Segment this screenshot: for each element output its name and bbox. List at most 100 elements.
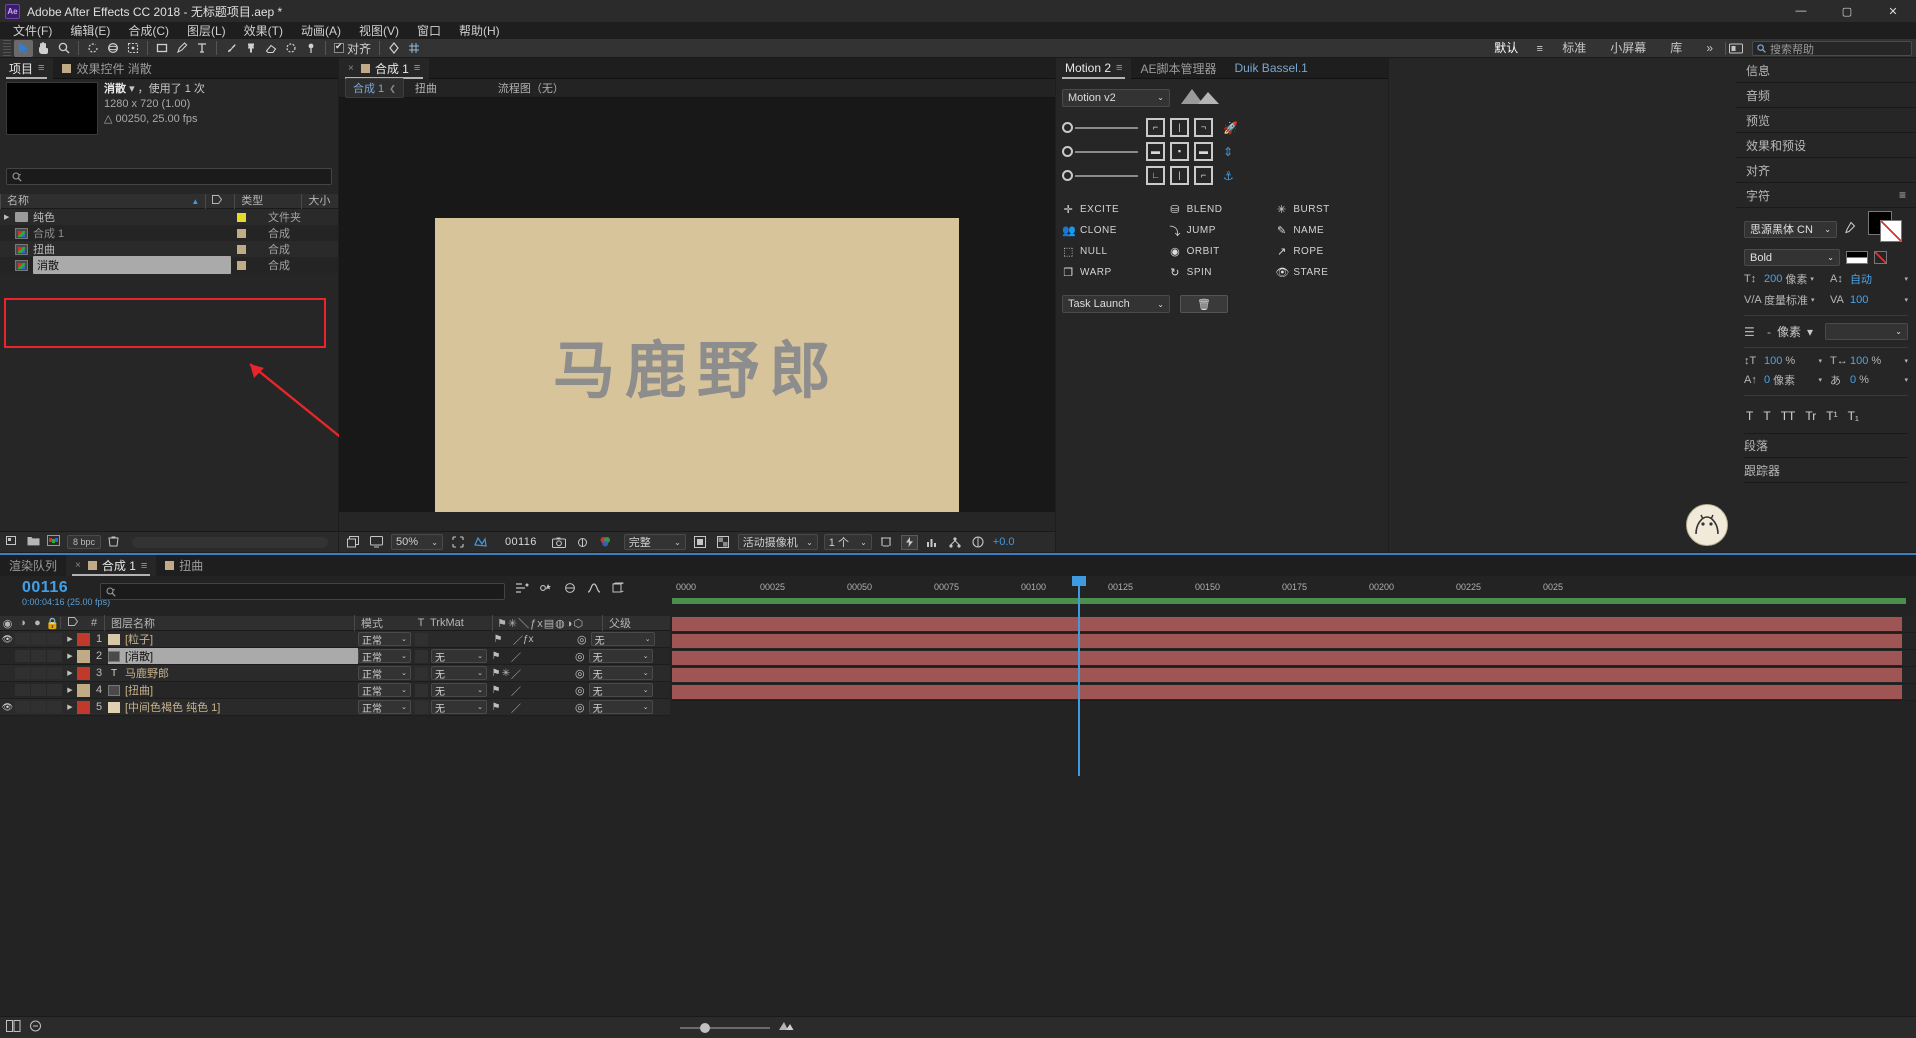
vertical-scale-field[interactable]: ↕T 100 % ▾ [1744, 355, 1822, 367]
show-snapshot-icon[interactable] [574, 535, 591, 550]
zoom-slider-handle[interactable] [700, 1023, 710, 1033]
fill-stroke-swatches[interactable] [1862, 214, 1908, 244]
track-row[interactable] [672, 616, 1916, 633]
preserve-transparency-toggle[interactable] [415, 650, 428, 663]
minimize-button[interactable]: — [1778, 0, 1824, 22]
table-row[interactable]: 👁 ▶ 5 [中间色褐色 纯色 1] 正常 ⌄ 无 ⌄ [0, 699, 670, 716]
pen-tool-icon[interactable] [172, 40, 191, 57]
quality-switch[interactable]: ／ [511, 649, 521, 664]
layer-name-cell[interactable]: T 马鹿野郎 [108, 665, 358, 681]
layer-label-color[interactable] [77, 633, 90, 646]
close-icon[interactable]: × [75, 560, 81, 571]
col-label-tag-icon[interactable] [205, 194, 234, 209]
preserve-transparency-toggle[interactable] [415, 701, 428, 714]
view-camera-select[interactable]: 活动摄像机 ⌄ [738, 534, 818, 550]
col-name[interactable]: 名称 [0, 194, 191, 209]
table-row[interactable]: ▶ 4 [扭曲] 正常 ⌄ 无 ⌄ ⚑ ／ [0, 682, 670, 699]
breadcrumb-child[interactable]: 扭曲 [408, 79, 444, 97]
layer-label-color[interactable] [77, 684, 90, 697]
workspace-default[interactable]: 默认 [1482, 39, 1530, 58]
faux-italic-button[interactable]: T [1763, 409, 1770, 423]
layer-parent-select[interactable]: 无 ⌄ [589, 700, 653, 714]
eyedropper-icon[interactable] [1843, 221, 1856, 237]
project-row-niuqu[interactable]: 扭曲 合成 [0, 241, 338, 257]
col-trkmat[interactable]: TrkMat [430, 617, 492, 629]
vertical-arrows-icon[interactable]: ⇕ [1223, 142, 1233, 161]
clone-stamp-tool-icon[interactable] [241, 40, 260, 57]
layer-mode-select[interactable]: 正常 ⌄ [358, 683, 411, 697]
horizontal-scale-field[interactable]: T↔ 100 % ▾ [1830, 355, 1908, 367]
layer-mode-select[interactable]: 正常 ⌄ [358, 700, 411, 714]
close-button[interactable]: ✕ [1870, 0, 1916, 22]
label-swatch[interactable] [237, 245, 246, 254]
hand-tool-icon[interactable] [34, 40, 53, 57]
preview-dropdown-icon[interactable]: ▾ [129, 83, 135, 95]
panel-menu-icon[interactable]: ≡ [1899, 188, 1906, 202]
snapping-toggle[interactable]: 对齐 [334, 40, 371, 57]
layer-parent-select[interactable]: 无 ⌄ [589, 666, 653, 680]
layer-name-cell[interactable]: [扭曲] [108, 682, 358, 698]
knob-icon[interactable] [1062, 170, 1073, 181]
layer-name-cell-selected[interactable]: [消散] [108, 648, 358, 664]
rectangle-tool-icon[interactable] [152, 40, 171, 57]
layer-name-cell[interactable]: [中间色褐色 纯色 1] [108, 699, 358, 715]
track-row[interactable] [672, 667, 1916, 684]
anchor-bottom-left-button[interactable]: ∟ [1146, 166, 1165, 185]
keyframe-assist-icon[interactable] [384, 40, 403, 57]
layer-lock-toggle[interactable] [47, 633, 62, 645]
superscript-button[interactable]: T¹ [1826, 409, 1837, 423]
shy-switch[interactable]: ⚑ [491, 668, 501, 679]
col-type[interactable]: 类型 [234, 194, 301, 209]
layer-trkmat-select[interactable]: 无 ⌄ [431, 666, 487, 680]
col-mode[interactable]: 模式 [354, 615, 412, 631]
project-row-name-selected[interactable]: 消散 [33, 256, 231, 274]
sort-ascending-icon[interactable]: ▲ [191, 197, 199, 206]
expand-triangle-icon[interactable]: ▶ [63, 669, 77, 677]
timeline-zoom-slider[interactable] [680, 1021, 770, 1034]
tab-timeline-niuqu[interactable]: 扭曲 [156, 555, 212, 576]
delete-task-button[interactable]: 🗑 [1180, 295, 1228, 313]
command-excite[interactable]: ✛EXCITE [1062, 199, 1169, 220]
subscript-button[interactable]: T₁ [1848, 409, 1859, 423]
tab-effect-controls[interactable]: 效果控件 消散 [53, 58, 160, 79]
label-swatch[interactable] [237, 261, 246, 270]
timeline-ruler[interactable]: 0000 00025 00050 00075 00100 00125 00150… [672, 576, 1916, 598]
panel-menu-icon[interactable]: ≡ [414, 62, 420, 74]
section-character[interactable]: 字符 ≡ [1736, 183, 1916, 208]
table-row[interactable]: ▶ 3 T 马鹿野郎 正常 ⌄ 无 ⌄ ⚑ ✳ ／ [0, 665, 670, 682]
workspace-menu-icon[interactable]: ≡ [1530, 40, 1549, 57]
workspace-overflow[interactable]: » [1694, 39, 1725, 58]
quality-switch[interactable]: ／ [511, 666, 521, 681]
tab-composition-1[interactable]: × 合成 1 ≡ [339, 58, 429, 79]
small-caps-button[interactable]: Tr [1805, 409, 1816, 423]
layer-solo-toggle[interactable] [31, 701, 46, 713]
knob-icon[interactable] [1062, 146, 1073, 157]
anchor-middle-right-button[interactable]: ▬ [1194, 142, 1213, 161]
menu-help[interactable]: 帮助(H) [450, 21, 509, 40]
current-time-display[interactable]: 00116 [505, 536, 537, 548]
layer-clip-bar[interactable] [672, 685, 1902, 699]
panel-menu-icon[interactable]: ≡ [38, 62, 44, 74]
snapping-checkbox[interactable] [334, 43, 344, 53]
tracking-field[interactable]: VA 100 ▾ [1830, 292, 1908, 308]
channels-rgb-icon[interactable] [597, 535, 614, 550]
timeline-graph-icon[interactable] [924, 535, 941, 550]
rocket-icon[interactable]: 🚀 [1223, 118, 1238, 137]
parent-pickwhip-icon[interactable]: ◎ [575, 650, 585, 663]
orbit-camera-tool-icon[interactable] [103, 40, 122, 57]
layer-audio-toggle[interactable] [15, 633, 30, 645]
expand-triangle-icon[interactable]: ▶ [63, 703, 77, 711]
faux-bold-button[interactable]: T [1746, 409, 1753, 423]
knob-slider[interactable] [1075, 151, 1138, 153]
monitor-icon[interactable] [368, 535, 385, 550]
font-family-select[interactable]: 思源黑体 CN ⌄ [1744, 221, 1837, 238]
layer-clip-bar[interactable] [672, 651, 1902, 665]
pixel-aspect-correction-icon[interactable] [878, 535, 895, 550]
layer-mode-select[interactable]: 正常 ⌄ [358, 666, 411, 680]
command-spin[interactable]: ↻SPIN [1169, 262, 1276, 283]
section-paragraph[interactable]: 段落 [1744, 433, 1908, 458]
menu-file[interactable]: 文件(F) [4, 21, 61, 40]
eraser-tool-icon[interactable] [261, 40, 280, 57]
effects-switch[interactable]: ƒx [523, 634, 533, 645]
panel-menu-icon[interactable]: ≡ [141, 560, 147, 572]
